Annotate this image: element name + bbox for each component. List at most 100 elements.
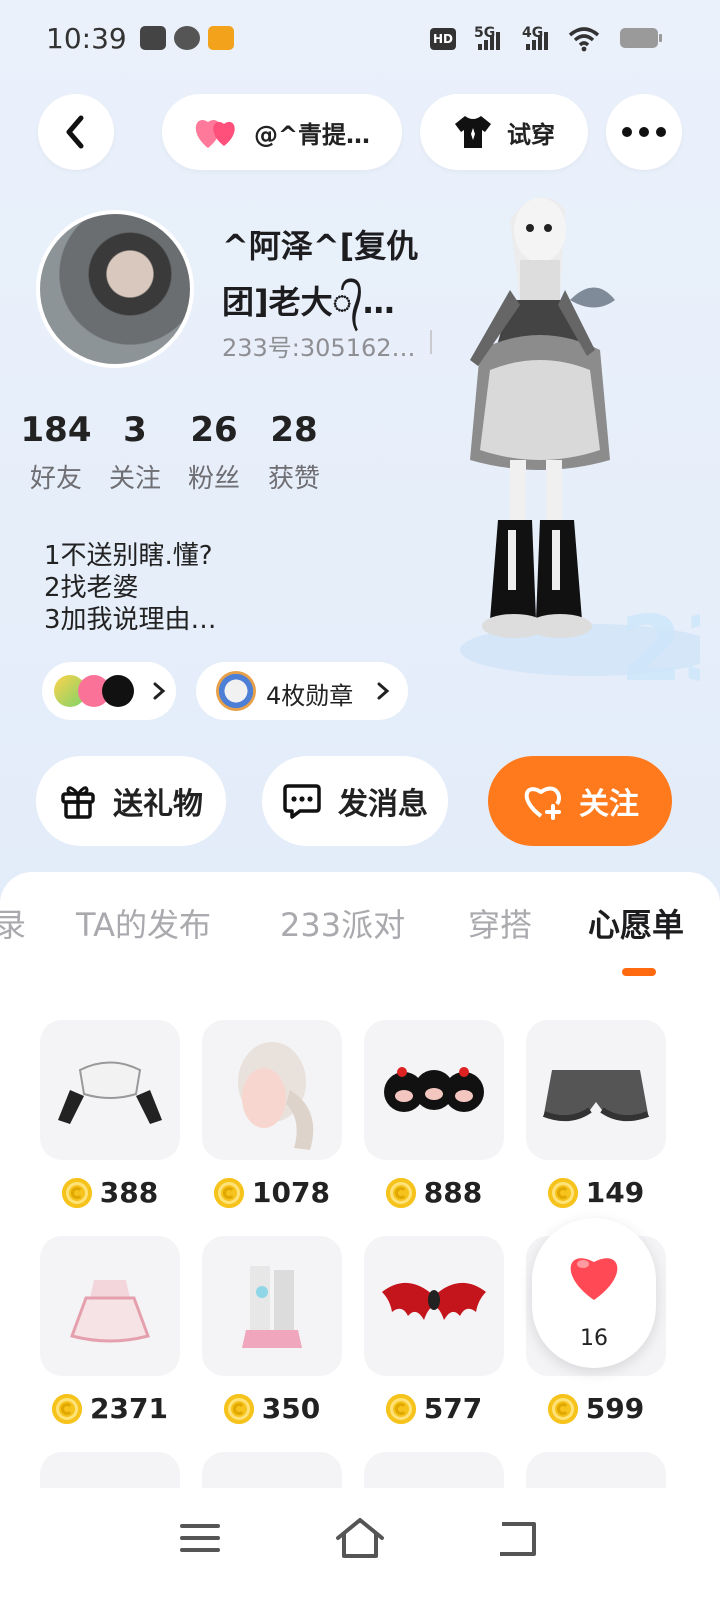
wishlist-item[interactable]: 149 [526,1020,666,1209]
item-thumbnail [364,1236,504,1376]
stat-likes-num: 28 [270,410,318,450]
stat-likes[interactable]: 28 获赞 [254,410,334,495]
stat-friends-label: 好友 [29,464,82,494]
avatar[interactable] [36,210,194,368]
stat-friends[interactable]: 184 好友 [16,410,96,495]
signal-5g-icon [478,32,500,50]
follow-button[interactable]: 关注 [488,756,672,846]
uid-divider [430,330,432,354]
item-price-value: 2371 [90,1392,168,1425]
battery-icon [620,28,662,48]
lace-gloves-icon [58,1061,162,1124]
back-nav-icon[interactable] [488,1508,548,1568]
item-thumbnail [526,1020,666,1160]
stat-likes-label: 获赞 [267,464,320,494]
item-price: 577 [364,1392,504,1425]
badges-label: 4枚勋章 [266,682,354,710]
double-heart-icon [195,120,235,148]
item-price: 599 [526,1392,666,1425]
back-button[interactable] [38,94,114,170]
bat-wings-icon [382,1282,486,1320]
wishlist-item[interactable]: 577 [364,1236,504,1425]
coin-icon [547,1393,578,1424]
item-price-value: 350 [261,1392,321,1425]
bloomers-icon [542,1070,650,1122]
stat-fans-label: 粉丝 [187,464,240,494]
message-icon [283,784,321,819]
chevron-right-icon [153,682,166,700]
tab-wishlist[interactable]: 心愿单 [588,900,684,946]
profile-name-line1: ^阿泽^[复仇 [222,227,419,265]
notification-icon [140,26,166,50]
tshirt-icon [455,116,491,148]
item-price-value: 388 [99,1176,159,1209]
coin-icon [223,1393,254,1424]
avatar-character-image[interactable]: 233 [450,180,700,700]
heart-icon [570,1258,618,1300]
profile-name: ^阿泽^[复仇 团]老大᭄… [222,218,432,330]
tab-indicator [622,968,656,976]
app-icon [174,26,200,50]
coin-icon [385,1393,416,1424]
social-links-chip[interactable] [42,662,176,720]
send-message-button[interactable]: 发消息 [262,756,448,846]
coin-icon [52,1393,83,1424]
send-gift-button[interactable]: 送礼物 [36,756,226,846]
item-thumbnail [202,1020,342,1160]
item-price-value: 888 [423,1176,483,1209]
wishlist-item[interactable]: 350 [202,1236,342,1425]
bio: 1不送别瞎.懂? 2找老婆 3加我说理由… [44,540,217,636]
hd-icon: HD [430,28,456,50]
item-thumbnail [40,1020,180,1160]
send-message-label: 发消息 [338,787,428,822]
more-button[interactable] [606,94,682,170]
bio-line: 1不送别瞎.懂? [44,541,213,571]
home-icon[interactable] [330,1508,390,1568]
gift-icon [61,786,95,819]
user-pill[interactable]: @^青提… [162,94,402,170]
tab-bar: 录 TA的发布 233派对 穿搭 心愿单 [0,900,720,960]
wishlist-item[interactable]: 388 [40,1020,180,1209]
more-dots-icon [622,127,666,137]
tab-party[interactable]: 233派对 [280,900,405,946]
item-price: 388 [40,1176,180,1209]
leg-warmers-icon [242,1266,302,1348]
follow-label: 关注 [579,787,639,822]
video-app-icon [208,26,234,50]
badges-chip[interactable]: 4枚勋章 [196,662,408,720]
menu-icon[interactable] [170,1508,230,1568]
item-thumbnail [202,1236,342,1376]
item-price-value: 1078 [252,1176,330,1209]
stat-fans-num: 26 [190,410,238,450]
platform-logo: 233 [620,597,700,700]
badge-icon [216,671,256,711]
wishlist-item[interactable]: 888 [364,1020,504,1209]
coin-icon [547,1177,578,1208]
stat-following[interactable]: 3 关注 [95,410,175,495]
bio-line: 2找老婆 [44,573,139,603]
chevron-right-icon [377,682,390,700]
item-price-value: 599 [585,1392,645,1425]
item-thumbnail [40,1236,180,1376]
tab-records[interactable]: 录 [0,900,26,946]
try-on-button[interactable]: 试穿 [420,94,588,170]
stat-following-num: 3 [123,410,147,450]
signal-4g-icon [526,32,548,50]
item-price-value: 577 [423,1392,483,1425]
user-id[interactable]: 233号:305162… [222,328,416,363]
try-on-label: 试穿 [507,120,555,149]
item-price: 2371 [40,1392,180,1425]
wishlist-item[interactable]: 2371 [40,1236,180,1425]
like-button[interactable]: 16 [532,1218,656,1368]
chevron-left-icon [66,115,84,149]
item-price: 888 [364,1176,504,1209]
tab-outfits[interactable]: 穿搭 [468,900,532,946]
stat-fans[interactable]: 26 粉丝 [174,410,254,495]
tab-posts[interactable]: TA的发布 [76,900,211,946]
wishlist-item[interactable]: 1078 [202,1020,342,1209]
status-time: 10:39 [46,22,127,55]
pink-dress-icon [70,1280,150,1343]
hair-bun-icon [238,1042,314,1150]
item-price: 350 [202,1392,342,1425]
plush-trio-icon [384,1067,484,1112]
